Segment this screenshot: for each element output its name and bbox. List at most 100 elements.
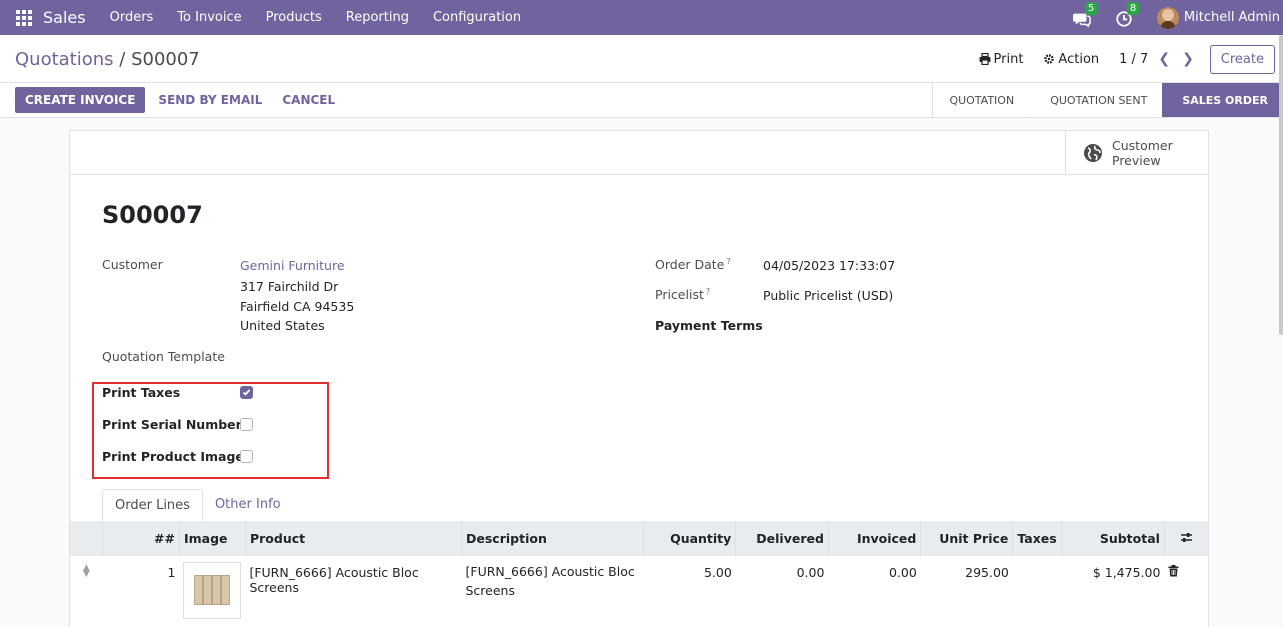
header-optional-columns [1163,521,1208,556]
tab-order-lines[interactable]: Order Lines [102,489,203,521]
address-line-2: Fairfield CA 94535 [240,299,355,314]
customer-preview-button[interactable]: Customer Preview [1065,131,1208,174]
customer-label: Customer [102,257,163,272]
menu-configuration[interactable]: Configuration [433,10,521,25]
stage-quotation-sent-label: QUOTATION SENT [1050,93,1148,107]
print-taxes-checkbox[interactable] [240,386,253,399]
stage-quotation-sent[interactable]: QUOTATION SENT [1029,83,1162,117]
activities-badge: 8 [1126,1,1140,15]
optional-columns-sliders-icon[interactable] [1180,532,1193,547]
print-serial-number-checkbox[interactable] [240,418,253,431]
print-label: Print [993,51,1024,67]
pricelist-value[interactable]: Public Pricelist (USD) [763,288,893,303]
notebook-tabs: Order Lines Other Info [102,489,293,521]
row-invoiced: 0.00 [889,565,917,580]
breadcrumb-quotations[interactable]: Quotations [15,49,114,70]
product-image [183,562,242,619]
row-sequence: 1 [167,565,176,580]
print-product-image-label: Print Product Image [102,449,244,464]
address-line-3: United States [240,318,325,333]
user-name[interactable]: Mitchell Admin [1184,10,1280,25]
stage-quotation[interactable]: QUOTATION [932,83,1040,117]
action-label: Action [1058,51,1100,67]
table-row[interactable]: ▲ ▼ 1 [FURN_6666] Acoustic Bloc Screens [… [70,556,1208,627]
header-invoiced[interactable]: Invoiced [827,521,921,556]
row-delete-cell [1164,556,1208,627]
page-scrollbar[interactable] [1279,35,1283,335]
order-date-value[interactable]: 04/05/2023 17:33:07 [763,258,895,273]
header-image[interactable]: Image [178,521,246,556]
print-icon [979,53,991,65]
menu-products[interactable]: Products [266,10,322,25]
pager-previous-icon[interactable]: ❮ [1158,51,1170,67]
action-button[interactable]: Action [1043,52,1099,67]
order-date-help-icon[interactable]: ? [726,257,730,266]
menu-reporting[interactable]: Reporting [346,10,409,25]
order-lines-table: ## Image Product Description Quantity De… [70,521,1208,627]
breadcrumb-separator: / [113,49,132,70]
order-name: S00007 [102,201,203,229]
send-by-email-button[interactable]: SEND BY EMAIL [148,87,272,113]
pricelist-label: Pricelist? [655,287,711,303]
messages-icon[interactable]: 5 [1072,1,1098,28]
row-description-line-1: [FURN_6666] Acoustic Bloc [465,564,635,579]
create-invoice-button[interactable]: CREATE INVOICE [15,87,146,113]
header-taxes[interactable]: Taxes [1012,521,1062,556]
stage-sales-order-label: SALES ORDER [1182,93,1268,107]
quotation-template-label: Quotation Template [102,349,225,364]
stage-pipeline: QUOTATION QUOTATION SENT SALES ORDER [932,83,1283,117]
header-quantity[interactable]: Quantity [642,521,736,556]
tab-other-info[interactable]: Other Info [203,489,293,521]
header-handle [70,521,103,556]
stage-quotation-label: QUOTATION [949,93,1015,107]
user-avatar[interactable] [1156,6,1179,29]
apps-menu-icon[interactable] [16,9,32,26]
customer-link[interactable]: Gemini Furniture [240,258,345,273]
header-sequence[interactable]: ## [102,521,180,556]
row-quantity[interactable]: 5.00 [643,556,735,627]
row-description[interactable]: [FURN_6666] Acoustic Bloc Screens [462,556,644,627]
order-date-label: Order Date? [655,257,731,273]
row-unit-price[interactable]: 295.00 [921,556,1013,627]
row-subtotal: $ 1,475.00 [1092,565,1161,580]
header-description[interactable]: Description [461,521,644,556]
gear-icon [1044,54,1055,64]
row-taxes[interactable] [1013,556,1061,627]
print-taxes-label: Print Taxes [102,385,181,400]
table-header-row: ## Image Product Description Quantity De… [70,521,1208,556]
row-image-cell [179,556,245,627]
form-sheet: Customer Preview S00007 Customer Gemini … [69,130,1209,627]
row-product[interactable]: [FURN_6666] Acoustic Bloc Screens [245,556,461,627]
print-serial-number-label: Print Serial Number [102,417,242,432]
header-unit-price[interactable]: Unit Price [920,521,1013,556]
row-handle[interactable]: ▲ ▼ [70,556,103,627]
menu-to-invoice[interactable]: To Invoice [177,10,241,25]
breadcrumb: Quotations / S00007 [15,49,200,70]
breadcrumb-current: S00007 [131,49,200,70]
pager-next-icon[interactable]: ❯ [1182,51,1194,67]
payment-terms-label: Payment Terms [655,318,763,333]
stage-sales-order[interactable]: SALES ORDER [1162,83,1283,117]
pager-value[interactable]: 1 / 7 [1119,52,1148,67]
status-bar: CREATE INVOICE SEND BY EMAIL CANCEL QUOT… [0,83,1283,118]
app-name[interactable]: Sales [43,8,86,27]
control-panel: Quotations / S00007 Print Action 1 / 7 ❮… [0,35,1283,83]
pricelist-help-icon[interactable]: ? [706,287,710,296]
activities-clock-icon[interactable]: 8 [1115,1,1140,28]
print-product-image-checkbox[interactable] [240,450,253,463]
header-product[interactable]: Product [244,521,462,556]
trash-icon[interactable] [1168,565,1179,580]
checkmark-icon [242,389,251,396]
customer-preview-label: Customer Preview [1112,137,1173,168]
cancel-button[interactable]: CANCEL [272,87,345,113]
print-button[interactable]: Print [979,51,1024,67]
menu-orders[interactable]: Orders [110,10,154,25]
header-delivered[interactable]: Delivered [735,521,829,556]
globe-icon [1084,143,1102,162]
header-subtotal[interactable]: Subtotal [1060,521,1165,556]
drag-handle-icon[interactable]: ▲ ▼ [74,564,99,579]
messages-badge: 5 [1084,1,1098,15]
create-button[interactable]: Create [1209,44,1275,74]
smart-button-box: Customer Preview [70,131,1208,175]
row-delivered[interactable]: 0.00 [736,556,829,627]
